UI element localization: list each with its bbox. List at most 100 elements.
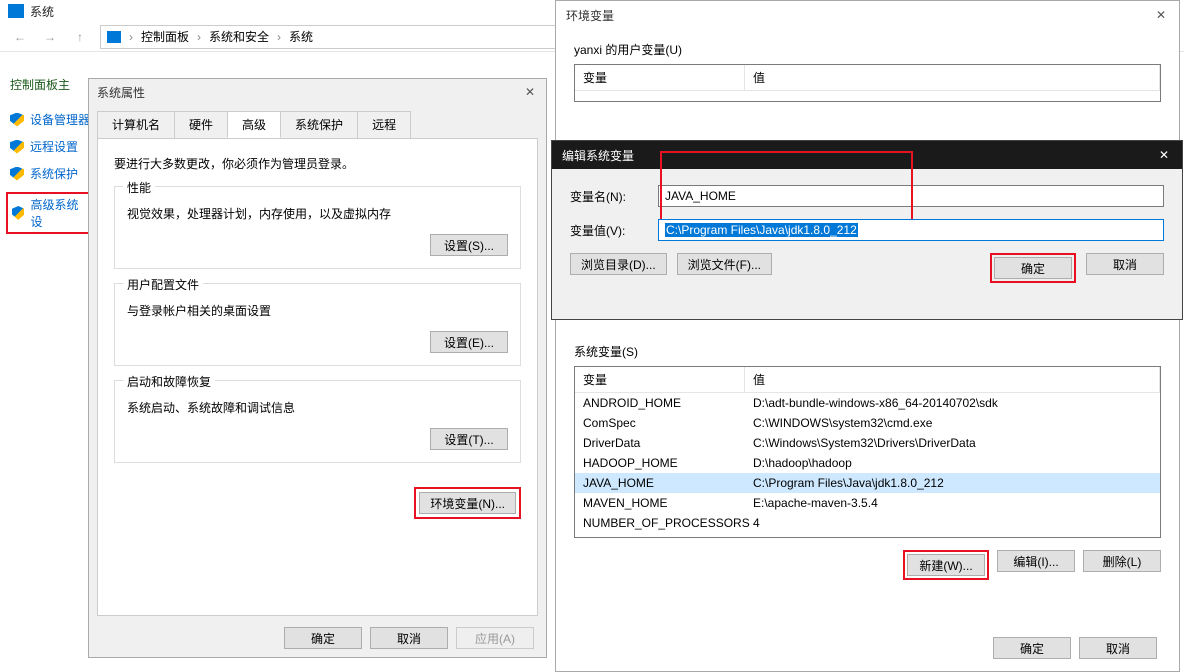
ok-button[interactable]: 确定 xyxy=(284,627,362,649)
col-name: 变量 xyxy=(575,65,745,90)
cell-value: D:\adt-bundle-windows-x86_64-20140702\sd… xyxy=(745,396,1160,410)
shield-icon xyxy=(10,113,24,127)
ok-button[interactable]: 确定 xyxy=(994,257,1072,279)
chevron-right-icon: › xyxy=(197,30,201,44)
ok-button[interactable]: 确定 xyxy=(993,637,1071,659)
perf-settings-button[interactable]: 设置(S)... xyxy=(430,234,508,256)
profile-settings-button[interactable]: 设置(E)... xyxy=(430,331,508,353)
window-title: 系统 xyxy=(30,3,54,20)
system-icon xyxy=(8,4,24,18)
sys-buttons: 新建(W)... 编辑(I)... 删除(L) xyxy=(574,550,1161,580)
env-bottom-buttons: 确定 取消 xyxy=(993,637,1157,659)
startup-title: 启动和故障恢复 xyxy=(123,373,215,390)
var-value-input[interactable]: C:\Program Files\Java\jdk1.8.0_212 xyxy=(658,219,1164,241)
dialog-titlebar: 系统属性 ✕ xyxy=(89,79,546,105)
shield-icon xyxy=(10,140,24,154)
user-vars-section: yanxi 的用户变量(U) 变量 值 xyxy=(574,41,1161,102)
tab-body: 要进行大多数更改，你必须作为管理员登录。 性能 视觉效果，处理器计划，内存使用，… xyxy=(97,138,538,616)
value-field-row: 变量值(V): C:\Program Files\Java\jdk1.8.0_2… xyxy=(570,219,1164,241)
cell-value: E:\apache-maven-3.5.4 xyxy=(745,496,1160,510)
name-label: 变量名(N): xyxy=(570,188,658,205)
system-properties-dialog: 系统属性 ✕ 计算机名 硬件 高级 系统保护 远程 要进行大多数更改，你必须作为… xyxy=(88,78,547,658)
tab-protect[interactable]: 系统保护 xyxy=(280,111,358,138)
sys-vars-list[interactable]: 变量 值 ANDROID_HOMED:\adt-bundle-windows-x… xyxy=(574,366,1161,538)
sidebar-link-protect[interactable]: 系统保护 xyxy=(10,165,90,182)
perf-group: 性能 视觉效果，处理器计划，内存使用，以及虚拟内存 设置(S)... xyxy=(114,186,521,269)
user-vars-list[interactable]: 变量 值 xyxy=(574,64,1161,102)
table-row[interactable]: JAVA_HOMEC:\Program Files\Java\jdk1.8.0_… xyxy=(575,473,1160,493)
sys-vars-section: 系统变量(S) 变量 值 ANDROID_HOMED:\adt-bundle-w… xyxy=(574,343,1161,580)
cell-name: DriverData xyxy=(575,436,745,450)
profile-title: 用户配置文件 xyxy=(123,276,203,293)
delete-var-button[interactable]: 删除(L) xyxy=(1083,550,1161,572)
tab-hardware[interactable]: 硬件 xyxy=(174,111,228,138)
cancel-button[interactable]: 取消 xyxy=(1086,253,1164,275)
startup-group: 启动和故障恢复 系统启动、系统故障和调试信息 设置(T)... xyxy=(114,380,521,463)
cancel-button[interactable]: 取消 xyxy=(370,627,448,649)
apply-button[interactable]: 应用(A) xyxy=(456,627,534,649)
table-row[interactable]: ComSpecC:\WINDOWS\system32\cmd.exe xyxy=(575,413,1160,433)
cell-name: ANDROID_HOME xyxy=(575,396,745,410)
cell-name: ComSpec xyxy=(575,416,745,430)
sidebar-link-advanced[interactable]: 高级系统设 xyxy=(6,192,90,234)
name-field-row: 变量名(N): xyxy=(570,185,1164,207)
edit-title: 编辑系统变量 xyxy=(562,147,634,164)
env-titlebar: 环境变量 ✕ xyxy=(556,1,1179,29)
cell-name: MAVEN_HOME xyxy=(575,496,745,510)
close-icon[interactable]: ✕ xyxy=(1156,147,1172,163)
chevron-right-icon: › xyxy=(277,30,281,44)
perf-title: 性能 xyxy=(123,179,155,196)
shield-icon xyxy=(10,167,24,181)
path-seg-2[interactable]: 系统 xyxy=(289,28,313,45)
edit-buttons: 浏览目录(D)... 浏览文件(F)... 确定 取消 xyxy=(570,253,1164,283)
startup-settings-button[interactable]: 设置(T)... xyxy=(430,428,508,450)
up-icon[interactable]: ↑ xyxy=(70,27,90,47)
tab-advanced[interactable]: 高级 xyxy=(227,111,281,138)
value-label: 变量值(V): xyxy=(570,222,658,239)
cancel-button[interactable]: 取消 xyxy=(1079,637,1157,659)
cell-value: 4 xyxy=(745,516,1160,530)
cell-value: C:\WINDOWS\system32\cmd.exe xyxy=(745,416,1160,430)
sidebar-link-device[interactable]: 设备管理器 xyxy=(10,111,90,128)
admin-notice: 要进行大多数更改，你必须作为管理员登录。 xyxy=(114,155,521,172)
table-row[interactable]: DriverDataC:\Windows\System32\Drivers\Dr… xyxy=(575,433,1160,453)
tab-row: 计算机名 硬件 高级 系统保护 远程 xyxy=(89,111,546,138)
profile-group: 用户配置文件 与登录帐户相关的桌面设置 设置(E)... xyxy=(114,283,521,366)
cell-name: JAVA_HOME xyxy=(575,476,745,490)
cell-name: NUMBER_OF_PROCESSORS xyxy=(575,516,745,530)
edit-var-button[interactable]: 编辑(I)... xyxy=(997,550,1075,572)
var-name-input[interactable] xyxy=(658,185,1164,207)
browse-dir-button[interactable]: 浏览目录(D)... xyxy=(570,253,667,275)
table-row[interactable]: HADOOP_HOMED:\hadoop\hadoop xyxy=(575,453,1160,473)
back-icon[interactable]: ← xyxy=(10,27,30,47)
profile-desc: 与登录帐户相关的桌面设置 xyxy=(127,302,508,319)
close-icon[interactable]: ✕ xyxy=(522,84,538,100)
table-row[interactable]: NUMBER_OF_PROCESSORS4 xyxy=(575,513,1160,533)
dialog-title: 系统属性 xyxy=(97,84,145,101)
edit-titlebar: 编辑系统变量 ✕ xyxy=(552,141,1182,169)
chevron-right-icon: › xyxy=(129,30,133,44)
edit-var-dialog: 编辑系统变量 ✕ 变量名(N): 变量值(V): C:\Program File… xyxy=(551,140,1183,320)
table-row[interactable]: MAVEN_HOMEE:\apache-maven-3.5.4 xyxy=(575,493,1160,513)
shield-icon xyxy=(12,206,24,220)
sidebar-heading: 控制面板主 xyxy=(10,76,90,93)
table-row[interactable]: ANDROID_HOMED:\adt-bundle-windows-x86_64… xyxy=(575,393,1160,413)
path-seg-0[interactable]: 控制面板 xyxy=(141,28,189,45)
forward-icon[interactable]: → xyxy=(40,27,60,47)
sidebar-link-remote[interactable]: 远程设置 xyxy=(10,138,90,155)
sidebar: 控制面板主 设备管理器 远程设置 系统保护 高级系统设 xyxy=(0,68,90,244)
close-icon[interactable]: ✕ xyxy=(1153,7,1169,23)
col-val: 值 xyxy=(745,65,1160,90)
tab-computer[interactable]: 计算机名 xyxy=(97,111,175,138)
col-val: 值 xyxy=(745,367,1160,392)
path-seg-1[interactable]: 系统和安全 xyxy=(209,28,269,45)
cell-value: C:\Program Files\Java\jdk1.8.0_212 xyxy=(745,476,1160,490)
user-section-label: yanxi 的用户变量(U) xyxy=(574,41,1161,58)
pc-icon xyxy=(107,31,121,43)
env-vars-button[interactable]: 环境变量(N)... xyxy=(419,492,516,514)
cell-value: C:\Windows\System32\Drivers\DriverData xyxy=(745,436,1160,450)
new-var-button[interactable]: 新建(W)... xyxy=(907,554,985,576)
tab-remote[interactable]: 远程 xyxy=(357,111,411,138)
startup-desc: 系统启动、系统故障和调试信息 xyxy=(127,399,508,416)
browse-file-button[interactable]: 浏览文件(F)... xyxy=(677,253,772,275)
